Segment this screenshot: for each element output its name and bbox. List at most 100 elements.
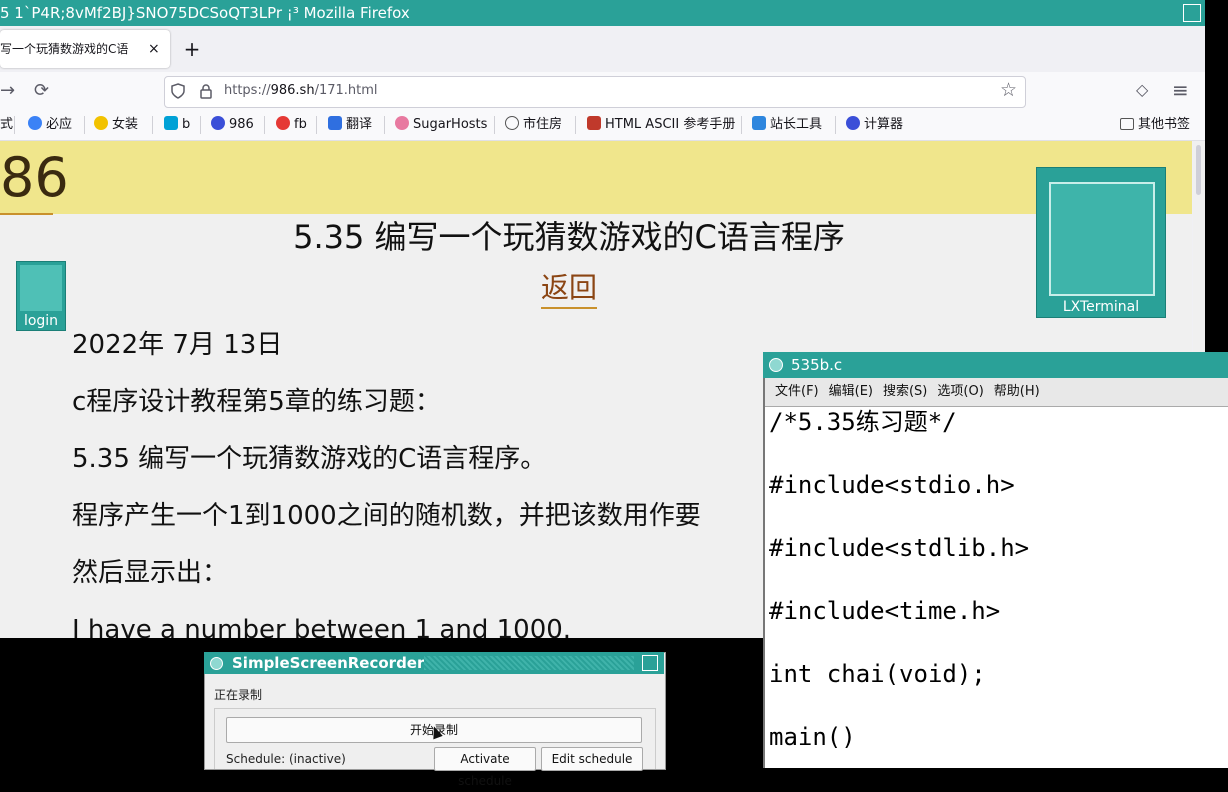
scrollbar-thumb[interactable]	[1196, 145, 1201, 195]
code-line: #include<stdlib.h>	[769, 534, 1030, 562]
menu-search[interactable]: 搜索(S)	[883, 384, 927, 399]
schedule-status: Schedule: (inactive)	[226, 752, 346, 766]
tab-bar	[0, 26, 1205, 72]
editor-menubar: 文件(F) 编辑(E) 搜索(S) 选项(O) 帮助(H)	[765, 378, 1228, 407]
lock-icon[interactable]	[199, 83, 213, 99]
bookmark-item[interactable]: 式	[0, 110, 13, 140]
bookmark-separator	[84, 116, 85, 134]
chart-icon	[752, 116, 766, 130]
folder-icon	[1120, 118, 1134, 130]
bookmark-label: 式	[0, 117, 14, 132]
bookmark-item[interactable]: HTML ASCII 参考手册	[587, 110, 735, 140]
menu-icon[interactable]: ≡	[1172, 78, 1189, 102]
back-link[interactable]: 返回	[541, 269, 598, 309]
bookmark-star-icon[interactable]: ☆	[1000, 79, 1017, 101]
reload-icon[interactable]: ⟳	[34, 72, 49, 110]
bookmark-separator	[316, 116, 317, 134]
bookmark-label: 计算器	[864, 117, 904, 132]
editor-title-bar[interactable]: 535b.c	[763, 352, 1228, 378]
code-line: main()	[769, 723, 856, 751]
bookmark-item[interactable]: 站长工具	[752, 110, 822, 140]
article-title: 5.35 编写一个玩猜数游戏的C语言程序	[293, 218, 845, 256]
bookmark-separator	[835, 116, 836, 134]
maximize-icon[interactable]	[1183, 4, 1201, 22]
bookmark-item[interactable]: fb	[276, 110, 307, 140]
bookmark-item[interactable]: SugarHosts	[395, 110, 487, 140]
article-paragraph: I have a number between 1 and 1000.	[72, 615, 572, 638]
new-tab-button[interactable]: +	[182, 35, 202, 63]
tab-title: 写一个玩猜数游戏的C语	[0, 42, 129, 56]
shield-icon[interactable]	[170, 83, 186, 99]
face-icon	[94, 116, 108, 130]
menu-options[interactable]: 选项(O)	[937, 384, 983, 399]
menu-edit[interactable]: 编辑(E)	[829, 384, 873, 399]
bookmark-item[interactable]: 计算器	[846, 110, 903, 140]
bookmark-item[interactable]: 必应	[28, 110, 72, 140]
bookmark-separator	[14, 116, 15, 134]
bookmark-item[interactable]: b	[164, 110, 190, 140]
bookmark-item[interactable]: 女装	[94, 110, 138, 140]
tab-active[interactable]: 写一个玩猜数游戏的C语 ×	[0, 30, 170, 68]
pocket-icon[interactable]: ◇	[1136, 80, 1148, 99]
bookmark-separator	[384, 116, 385, 134]
bookmark-label: 翻译	[346, 117, 373, 132]
other-bookmarks-folder[interactable]: 其他书签	[1120, 110, 1190, 140]
url-text[interactable]: https://986.sh/171.html	[224, 76, 378, 106]
lxterminal-label: LXTerminal	[1062, 299, 1140, 315]
bookmark-item[interactable]: 986	[211, 110, 254, 140]
site-logo[interactable]: 86	[0, 142, 69, 214]
code-line: #include<stdio.h>	[769, 471, 1015, 499]
recorder-title: SimpleScreenRecorder	[232, 654, 425, 672]
recorder-title-bar[interactable]: SimpleScreenRecorder	[204, 652, 664, 674]
bookmark-separator	[200, 116, 201, 134]
cloud-icon	[395, 116, 409, 130]
editor-text-area[interactable]: /*5.35练习题*/ #include<stdio.h> #include<s…	[767, 406, 1228, 768]
title-stripes	[424, 656, 634, 670]
globe-icon	[505, 116, 519, 130]
forward-icon[interactable]: →	[0, 72, 15, 110]
fb-icon	[276, 116, 290, 130]
paw-icon	[211, 116, 225, 130]
url-path: /171.html	[314, 83, 378, 98]
url-domain: 986.sh	[270, 83, 315, 98]
login-label: login	[23, 313, 59, 329]
site-banner	[0, 141, 1192, 214]
maximize-icon[interactable]	[642, 655, 658, 671]
login-image	[20, 265, 62, 311]
bookmark-label: SugarHosts	[413, 117, 488, 132]
bookmark-separator	[741, 116, 742, 134]
url-prefix: https://	[224, 83, 271, 98]
recording-status: 正在录制	[214, 688, 263, 702]
bookmark-separator	[494, 116, 495, 134]
bookmark-separator	[575, 116, 576, 134]
bookmark-item[interactable]: 市住房	[505, 110, 562, 140]
editor-title: 535b.c	[791, 356, 843, 374]
window-title: 5 1`P4R;8vMf2BJ}SNO75DCSoQT3LPr ¡³ Mozil…	[0, 4, 410, 22]
firefox-title-bar[interactable]: 5 1`P4R;8vMf2BJ}SNO75DCSoQT3LPr ¡³ Mozil…	[0, 0, 1205, 26]
tab-close-icon[interactable]: ×	[148, 30, 160, 68]
clip-region: I have a number between 1 and 1000.	[0, 613, 763, 638]
terminal-icon	[1049, 182, 1155, 296]
article-paragraph: c程序设计教程第5章的练习题：	[72, 387, 441, 417]
bookmark-separator	[264, 116, 265, 134]
bookmark-label: 986	[229, 117, 254, 132]
bookmark-item[interactable]: 翻译	[328, 110, 372, 140]
code-line: int chai(void);	[769, 660, 986, 688]
article-paragraph: 程序产生一个1到1000之间的随机数，并把该数用作要	[72, 501, 701, 531]
folder-label: 其他书签	[1138, 117, 1191, 132]
bookmark-label: 市住房	[523, 117, 563, 132]
window-menu-icon[interactable]	[210, 657, 223, 670]
logo-underline	[0, 213, 53, 215]
window-menu-icon[interactable]	[769, 358, 783, 372]
search-icon	[28, 116, 42, 130]
activate-schedule-button[interactable]: Activate schedule	[434, 747, 536, 788]
login-button[interactable]: login	[16, 261, 66, 331]
menu-help[interactable]: 帮助(H)	[994, 384, 1040, 399]
lxterminal-desktop-icon[interactable]: LXTerminal	[1036, 167, 1166, 318]
edit-schedule-button[interactable]: Edit schedule	[541, 747, 643, 771]
bookmark-label: 必应	[46, 117, 73, 132]
menu-file[interactable]: 文件(F)	[775, 384, 819, 399]
code-line: /*5.35练习题*/	[769, 408, 957, 436]
translate-icon	[328, 116, 342, 130]
bookmark-label: 女装	[112, 117, 139, 132]
